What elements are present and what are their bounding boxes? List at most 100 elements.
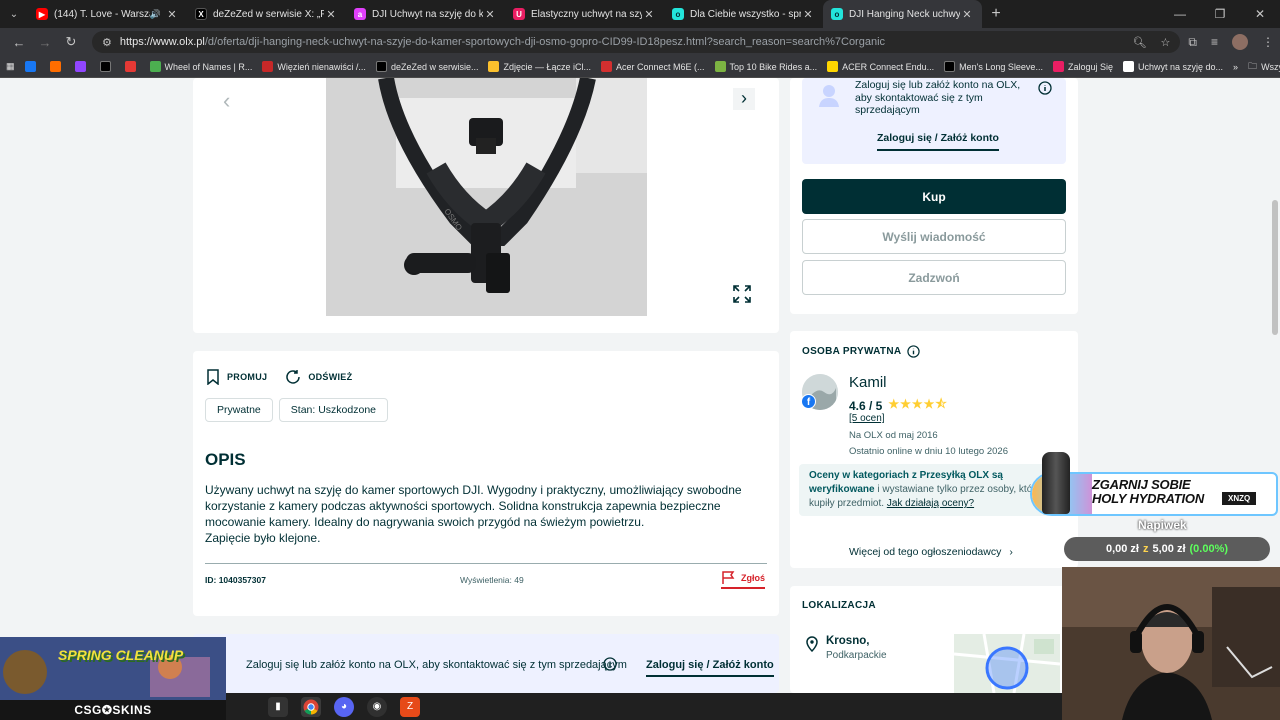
bookmark-item[interactable]: Uchwyt na szyję do... bbox=[1122, 61, 1223, 72]
tab-olx-listing[interactable]: o DJI Hanging Neck uchwyt na sz ✕ bbox=[823, 0, 982, 28]
close-icon[interactable]: ✕ bbox=[324, 8, 338, 21]
close-window-icon[interactable]: ✕ bbox=[1240, 7, 1280, 21]
ratings-info-link[interactable]: Jak działają oceny? bbox=[887, 498, 974, 509]
refresh-icon bbox=[286, 370, 301, 384]
sticky-login-bar: Zaloguj się lub załóż konto na OLX, aby … bbox=[193, 634, 779, 693]
new-tab-button[interactable]: + bbox=[982, 5, 1010, 23]
user-icon bbox=[819, 85, 839, 107]
listing-tags: Prywatne Stan: Uszkodzone bbox=[205, 398, 388, 422]
close-icon[interactable]: ✕ bbox=[801, 8, 815, 21]
restore-icon[interactable]: ❐ bbox=[1200, 7, 1240, 21]
terminal-icon[interactable]: ▮ bbox=[268, 696, 288, 717]
divider bbox=[205, 563, 767, 564]
banner-line: HOLY HYDRATION bbox=[1092, 491, 1205, 506]
tab-allegro[interactable]: a DJI Uchwyt na szyję do kamer s ✕ bbox=[346, 0, 505, 28]
forward-icon[interactable]: → bbox=[32, 35, 58, 50]
refresh-button[interactable]: ODŚWIEŻ bbox=[285, 369, 352, 385]
close-icon[interactable]: ✕ bbox=[642, 8, 656, 21]
next-photo-icon[interactable]: › bbox=[733, 88, 755, 110]
all-bookmarks-folder[interactable]: 🗀Wszystkie zakładki bbox=[1248, 59, 1280, 75]
close-icon[interactable]: ✕ bbox=[165, 8, 179, 21]
bookmark-item[interactable]: Men's Long Sleeve... bbox=[944, 61, 1043, 72]
info-icon[interactable] bbox=[1038, 81, 1052, 95]
bookmark-item[interactable]: Zaloguj Się bbox=[1052, 61, 1113, 72]
extensions-icon[interactable]: ⧉ bbox=[1188, 35, 1197, 50]
views-count: Wyświetlenia: 49 bbox=[460, 575, 524, 585]
location-map[interactable] bbox=[954, 634, 1060, 693]
olx-icon: o bbox=[831, 8, 843, 20]
tab-youtube[interactable]: ▶ (144) T. Love - Warszawa - 🔊 ✕ bbox=[28, 0, 187, 28]
bike-icon bbox=[714, 61, 726, 72]
tab-search-icon[interactable]: ⌄ bbox=[0, 0, 28, 28]
obs-icon[interactable]: ◉ bbox=[367, 696, 387, 717]
fullscreen-icon[interactable] bbox=[733, 285, 751, 303]
bookmark-item[interactable] bbox=[124, 61, 140, 72]
report-button[interactable]: Zgłoś bbox=[721, 571, 765, 589]
contact-login-link[interactable]: Zaloguj się / Załóż konto bbox=[877, 132, 999, 151]
tab-ulanzi[interactable]: U Elastyczny uchwyt na szyję Ulan ✕ bbox=[505, 0, 664, 28]
close-icon[interactable]: ✕ bbox=[483, 8, 497, 21]
bookmark-icon bbox=[207, 369, 219, 385]
banner-line: ZGARNIJ SOBIE bbox=[1092, 477, 1191, 492]
bookmark-item[interactable] bbox=[99, 61, 115, 72]
url-field[interactable]: ⚙ https://www.olx.pl/d/oferta/dji-hangin… bbox=[92, 31, 1181, 53]
bookmark-item[interactable]: Więzień nienawiści /... bbox=[262, 61, 366, 72]
menu-icon[interactable]: ⋮ bbox=[1262, 35, 1274, 49]
bookmark-item[interactable]: Wheel of Names | R... bbox=[149, 61, 252, 72]
login-bar-link[interactable]: Zaloguj się / Załóż konto bbox=[646, 659, 774, 677]
promote-button[interactable]: PROMUJ bbox=[206, 369, 267, 385]
chrome-icon[interactable] bbox=[301, 696, 321, 717]
minimize-icon[interactable]: — bbox=[1160, 7, 1200, 21]
chevron-right-icon: › bbox=[1009, 546, 1013, 558]
bookmark-item[interactable]: Acer Connect M6E (... bbox=[601, 61, 705, 72]
apps-icon[interactable]: ▦ bbox=[6, 61, 15, 72]
description-line: Używany uchwyt na szyję do kamer sportow… bbox=[205, 483, 742, 497]
bookmark-item[interactable]: Top 10 Bike Rides a... bbox=[714, 61, 817, 72]
banner-headline: ZGARNIJ SOBIE HOLY HYDRATION bbox=[1092, 478, 1204, 506]
more-bookmarks-icon[interactable]: » bbox=[1233, 62, 1238, 72]
reload-icon[interactable]: ↻ bbox=[58, 34, 84, 50]
call-button[interactable]: Zadzwoń bbox=[802, 260, 1066, 295]
last-online: Ostatnio online w dniu 10 lutego 2026 bbox=[849, 446, 1008, 457]
acer-icon bbox=[601, 61, 612, 72]
shaker-bottle-icon bbox=[1042, 452, 1070, 514]
listing-photo[interactable]: OSMO bbox=[326, 78, 647, 316]
profile-avatar[interactable] bbox=[1232, 34, 1248, 50]
bookmark-item[interactable] bbox=[49, 61, 65, 72]
bookmark-item[interactable] bbox=[74, 61, 90, 72]
bookmark-icon bbox=[49, 61, 61, 72]
tip-percent: (0.00%) bbox=[1189, 543, 1229, 555]
buy-button[interactable]: Kup bbox=[802, 179, 1066, 214]
bookmark-star-icon[interactable]: ☆ bbox=[1161, 36, 1171, 49]
webcam-overlay bbox=[1062, 567, 1280, 720]
promote-label: PROMUJ bbox=[227, 372, 268, 382]
app-icon[interactable]: Z bbox=[400, 696, 420, 717]
discord-icon[interactable]: ◕ bbox=[334, 696, 354, 717]
close-icon[interactable]: ✕ bbox=[960, 8, 974, 21]
bookmark-item[interactable]: deZeZed w serwisie... bbox=[375, 61, 478, 72]
back-icon[interactable]: ← bbox=[6, 35, 32, 50]
info-icon[interactable] bbox=[907, 345, 921, 358]
site-info-icon[interactable]: ⚙ bbox=[102, 36, 112, 49]
zoom-icon[interactable]: 🔍︎ bbox=[1133, 36, 1147, 49]
allegro-icon: a bbox=[354, 8, 366, 20]
taskbar: ▮ ◕ ◉ Z bbox=[226, 693, 1062, 720]
more-from-seller-link[interactable]: Więcej od tego ogłoszeniodawcy › bbox=[849, 546, 1013, 558]
bookmark-icon bbox=[124, 61, 136, 72]
x-icon bbox=[375, 61, 387, 72]
tip-goal-label: Napiwek bbox=[1138, 518, 1187, 532]
tab-x[interactable]: X deZeZed w serwisie X: „Pasha B ✕ bbox=[187, 0, 346, 28]
previous-photo-icon[interactable]: ‹ bbox=[223, 88, 230, 114]
all-bookmarks-label: Wszystkie zakładki bbox=[1261, 61, 1280, 72]
reviews-link[interactable]: [5 ocen] bbox=[849, 413, 885, 424]
bookmark-item[interactable]: ACER Connect Endu... bbox=[827, 61, 934, 72]
speaker-icon[interactable]: 🔊 bbox=[150, 9, 161, 20]
tab-olx-home[interactable]: o Dla Ciebie wszystko - sprawdź ✕ bbox=[664, 0, 823, 28]
media-icon[interactable]: ≡ bbox=[1211, 35, 1218, 49]
info-icon[interactable] bbox=[603, 657, 617, 671]
bookmark-item[interactable] bbox=[24, 61, 40, 72]
window-controls: — ❐ ✕ bbox=[1160, 7, 1280, 21]
bookmark-item[interactable]: Zdjęcie — Łącze iCl... bbox=[488, 61, 591, 72]
send-message-button[interactable]: Wyślij wiadomość bbox=[802, 219, 1066, 254]
scrollbar-thumb[interactable] bbox=[1272, 200, 1278, 335]
